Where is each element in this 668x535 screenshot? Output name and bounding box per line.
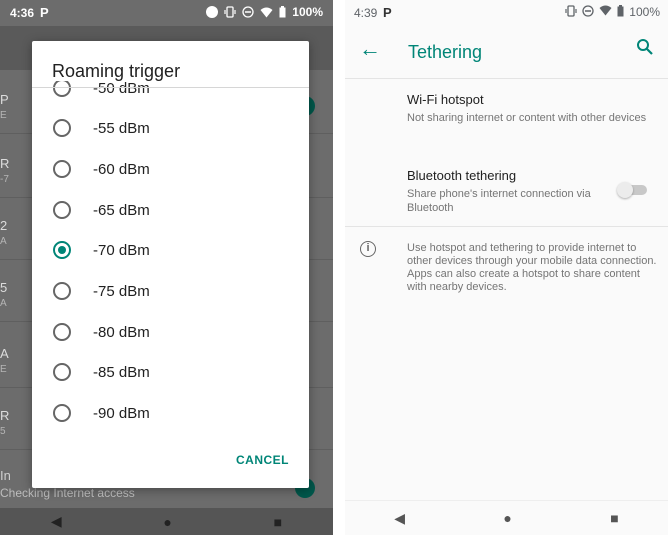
option-85-dbm[interactable]: -85 dBm xyxy=(32,352,309,392)
bluetooth-tethering-toggle[interactable] xyxy=(617,182,649,198)
wifi-hotspot-summary: Not sharing internet or content with oth… xyxy=(407,112,647,124)
radio-button-icon[interactable] xyxy=(53,201,71,219)
dialog-title: Roaming trigger xyxy=(52,61,181,81)
status-time: 4:39 xyxy=(354,6,378,20)
option-65-dbm[interactable]: -65 dBm xyxy=(32,190,309,230)
info-icon: i xyxy=(360,241,376,257)
right-screen: 4:39 P 100% ← Tethering Wi-Fi hotspot No… xyxy=(345,0,668,535)
app-notification-icon: P xyxy=(383,5,392,20)
radio-button-icon[interactable] xyxy=(53,119,71,137)
status-icons: 100% xyxy=(206,5,323,19)
nav-recents-icon[interactable]: ■ xyxy=(274,514,282,530)
status-bar: 4:39 P 100% xyxy=(345,0,668,26)
left-screen: 4:36 P 100% P E R -7 2 A 5 A A E R 5 In xyxy=(0,0,333,535)
radio-button-icon[interactable] xyxy=(53,404,71,422)
wifi-hotspot-item[interactable]: Wi-Fi hotspot Not sharing internet or co… xyxy=(407,92,652,125)
navigation-bar: ◀ ● ■ xyxy=(0,508,333,535)
nav-back-icon[interactable]: ◀ xyxy=(394,510,405,527)
vibrate-icon xyxy=(224,6,236,18)
cancel-button[interactable]: CANCEL xyxy=(236,453,289,467)
radio-button-icon[interactable] xyxy=(53,282,71,300)
toggle-thumb xyxy=(617,182,633,198)
wifi-hotspot-title: Wi-Fi hotspot xyxy=(407,92,484,107)
bluetooth-tethering-title: Bluetooth tethering xyxy=(407,168,517,183)
status-icons: 100% xyxy=(565,5,660,19)
dialog-divider xyxy=(32,87,309,88)
battery-percent: 100% xyxy=(292,5,323,19)
radio-button-icon[interactable] xyxy=(53,363,71,381)
section-divider xyxy=(345,226,668,227)
option-60-dbm[interactable]: -60 dBm xyxy=(32,149,309,189)
roaming-trigger-dialog: Roaming trigger -50 dBm -55 dBm -60 dBm … xyxy=(32,41,309,488)
navigation-bar: ◀ ● ■ xyxy=(345,500,668,535)
option-90-dbm[interactable]: -90 dBm xyxy=(32,393,309,433)
radio-button-icon[interactable] xyxy=(53,160,71,178)
nav-back-icon[interactable]: ◀ xyxy=(51,513,62,530)
option-75-dbm[interactable]: -75 dBm xyxy=(32,271,309,311)
battery-icon xyxy=(617,5,624,17)
battery-icon xyxy=(279,6,286,18)
dbm-options-list[interactable]: -50 dBm -55 dBm -60 dBm -65 dBm -70 dBm … xyxy=(32,81,309,443)
option-50-dbm[interactable]: -50 dBm xyxy=(32,81,309,108)
nav-recents-icon[interactable]: ■ xyxy=(610,510,618,526)
search-icon[interactable] xyxy=(636,38,654,61)
dnd-icon xyxy=(582,5,594,17)
option-70-dbm[interactable]: -70 dBm xyxy=(32,230,309,270)
arrow-back-icon[interactable]: ← xyxy=(359,36,381,62)
battery-percent: 100% xyxy=(629,5,660,19)
wifi-icon xyxy=(260,7,273,17)
radio-button-icon[interactable] xyxy=(53,81,71,97)
appbar-divider xyxy=(345,78,668,79)
tethering-info-text: Use hotspot and tethering to provide int… xyxy=(407,242,657,293)
vibrate-icon xyxy=(565,5,577,17)
status-time: 4:36 xyxy=(10,6,35,20)
option-55-dbm[interactable]: -55 dBm xyxy=(32,108,309,148)
dnd-icon xyxy=(242,6,254,18)
status-bar: 4:36 P 100% xyxy=(0,0,333,26)
app-notification-icon: P xyxy=(40,5,49,20)
notification-dot-icon xyxy=(206,6,219,18)
radio-button-icon[interactable] xyxy=(53,323,71,341)
nav-home-icon[interactable]: ● xyxy=(163,514,171,530)
radio-button-selected-icon[interactable] xyxy=(53,241,71,259)
page-title: Tethering xyxy=(408,42,483,62)
nav-home-icon[interactable]: ● xyxy=(503,510,511,526)
app-bar: ← Tethering xyxy=(345,26,668,76)
bluetooth-tethering-item[interactable]: Bluetooth tethering Share phone's intern… xyxy=(407,168,597,215)
bluetooth-tethering-summary: Share phone's internet connection via Bl… xyxy=(407,188,591,214)
wifi-icon xyxy=(599,5,612,16)
option-80-dbm[interactable]: -80 dBm xyxy=(32,312,309,352)
